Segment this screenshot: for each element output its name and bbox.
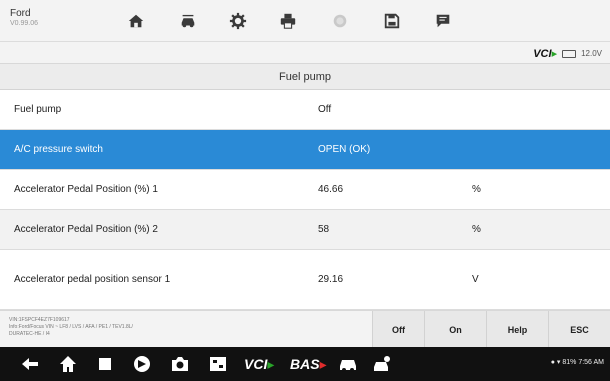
print-icon[interactable] xyxy=(278,11,298,31)
vehicle-info-line: Info:Ford/Focus VIN ~ LF8 / LVS / AFA / … xyxy=(9,324,133,330)
esc-button[interactable]: ESC xyxy=(548,311,610,348)
settings-gear-icon[interactable] xyxy=(228,11,248,31)
brand-block: Ford V0.99.06 xyxy=(10,8,38,29)
car-icon[interactable] xyxy=(338,353,358,375)
system-nav-bar: VCI ▸ BAS ▸ ● ▾ 81% 7:56 AM xyxy=(0,347,610,381)
page-title: Fuel pump xyxy=(0,64,610,90)
table-row-selected[interactable]: A/C pressure switch OPEN (OK) xyxy=(0,130,610,170)
table-row[interactable]: Fuel pump Off xyxy=(0,90,610,130)
vehicle-info-line: DURATEC-HE / I4 xyxy=(9,331,50,337)
row-name: A/C pressure switch xyxy=(14,144,103,155)
recent-apps-icon[interactable] xyxy=(95,353,115,375)
vin-line: VIN:1FSPCF4EZ7F109617 xyxy=(9,317,70,323)
record-icon xyxy=(330,11,350,31)
bas-shortcut[interactable]: BAS ▸ xyxy=(290,353,327,375)
status-indicator-icon: ● ▾ xyxy=(550,359,561,366)
on-button[interactable]: On xyxy=(424,311,486,348)
row-name: Accelerator pedal position sensor 1 xyxy=(14,274,171,285)
function-bar: VIN:1FSPCF4EZ7F109617 Info:Ford/Focus VI… xyxy=(0,310,610,348)
battery-icon xyxy=(562,49,577,58)
screen-record-icon[interactable] xyxy=(208,353,228,375)
off-button[interactable]: Off xyxy=(372,311,424,348)
save-icon[interactable] xyxy=(382,11,402,31)
top-toolbar: Ford V0.99.06 xyxy=(0,0,610,42)
system-status: ● ▾ 81% 7:56 AM xyxy=(550,359,604,366)
table-row[interactable]: Accelerator Pedal Position (%) 2 58 % xyxy=(0,210,610,250)
camera-icon[interactable] xyxy=(170,353,190,375)
home-icon[interactable] xyxy=(126,11,146,31)
browser-icon[interactable] xyxy=(132,353,152,375)
vci-status: VCI▸ 12.0V xyxy=(533,47,602,60)
back-icon[interactable] xyxy=(20,353,40,375)
row-value: 58 xyxy=(318,224,330,235)
help-button[interactable]: Help xyxy=(486,311,548,348)
vci-logo: VCI▸ xyxy=(533,48,558,60)
status-strip: VCI▸ 12.0V xyxy=(0,42,610,64)
voltage-readout: 12.0V xyxy=(581,49,602,58)
row-unit: % xyxy=(472,184,481,195)
software-version: V0.99.06 xyxy=(10,20,39,27)
row-name: Accelerator Pedal Position (%) 1 xyxy=(14,184,158,195)
table-row[interactable]: Accelerator pedal position sensor 1 29.1… xyxy=(0,250,610,310)
row-value: 46.66 xyxy=(318,184,344,195)
table-row[interactable]: Accelerator Pedal Position (%) 1 46.66 % xyxy=(0,170,610,210)
brand-name: Ford xyxy=(10,8,31,19)
vehicle-swap-icon[interactable] xyxy=(178,11,198,31)
row-value: 29.16 xyxy=(318,274,344,285)
vehicle-info: VIN:1FSPCF4EZ7F109617 Info:Ford/Focus VI… xyxy=(9,317,209,338)
row-unit: V xyxy=(472,274,479,285)
row-value: OPEN (OK) xyxy=(318,144,371,155)
message-icon[interactable] xyxy=(433,11,453,31)
row-name: Accelerator Pedal Position (%) 2 xyxy=(14,224,158,235)
home-nav-icon[interactable] xyxy=(58,353,78,375)
row-name: Fuel pump xyxy=(14,104,62,115)
vci-shortcut[interactable]: VCI ▸ xyxy=(244,353,274,375)
row-unit: % xyxy=(472,224,481,235)
row-value: Off xyxy=(318,104,332,115)
car-service-icon[interactable] xyxy=(372,353,392,375)
